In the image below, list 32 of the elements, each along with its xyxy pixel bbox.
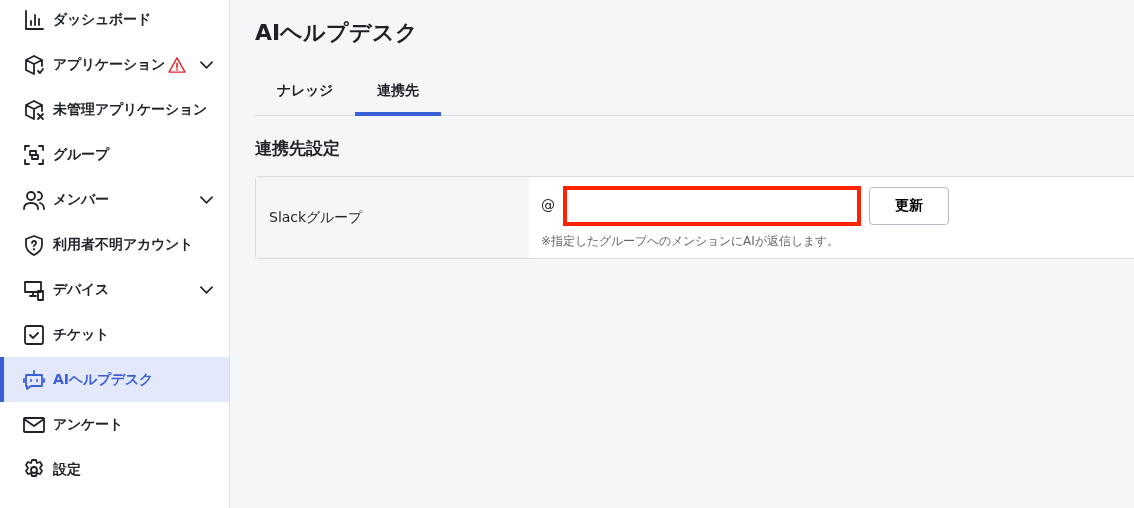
sidebar-item[interactable]: デバイス [0,267,229,312]
sidebar-item[interactable]: アンケート [0,402,229,447]
sidebar-item[interactable]: メンバー [0,177,229,222]
tab[interactable]: ナレッジ [255,72,355,117]
chevron-down-icon[interactable] [200,60,213,69]
sidebar-item[interactable]: 設定 [0,447,229,492]
sidebar-item[interactable]: アプリケーション [0,42,229,87]
hint-text: ※指定したグループへのメンションにAIが返信します。 [541,232,840,250]
robot-icon [23,368,45,391]
input-field[interactable] [563,185,861,226]
sidebar-item[interactable]: グループ [0,132,229,177]
chevron-down-icon[interactable] [200,285,213,294]
users-icon [23,188,45,211]
page-title: AIヘルプデスク [255,20,420,47]
tab[interactable]: 連携先 [355,72,441,117]
section-title: 連携先設定 [255,137,341,161]
field-label: Slackグループ [269,207,363,227]
ticket-check-icon [23,323,45,346]
sidebar-item[interactable]: チケット [0,312,229,357]
sidebar-item[interactable]: ダッシュボード [0,0,229,42]
update-button[interactable]: 更新 [869,186,949,225]
sidebar-item[interactable]: 利用者不明アカウント [0,222,229,267]
devices-icon [23,278,45,301]
box-cross-icon [23,98,45,121]
shield-question-icon [23,233,45,256]
bar-chart-icon [23,8,45,31]
sidebar-item[interactable]: AIヘルプデスク [0,357,229,402]
at-prefix: @ [541,196,555,216]
sidebar-item[interactable]: 未管理アプリケーション [0,87,229,132]
chevron-down-icon[interactable] [200,195,213,204]
box-check-icon [23,53,45,76]
group-frame-icon [23,143,45,166]
